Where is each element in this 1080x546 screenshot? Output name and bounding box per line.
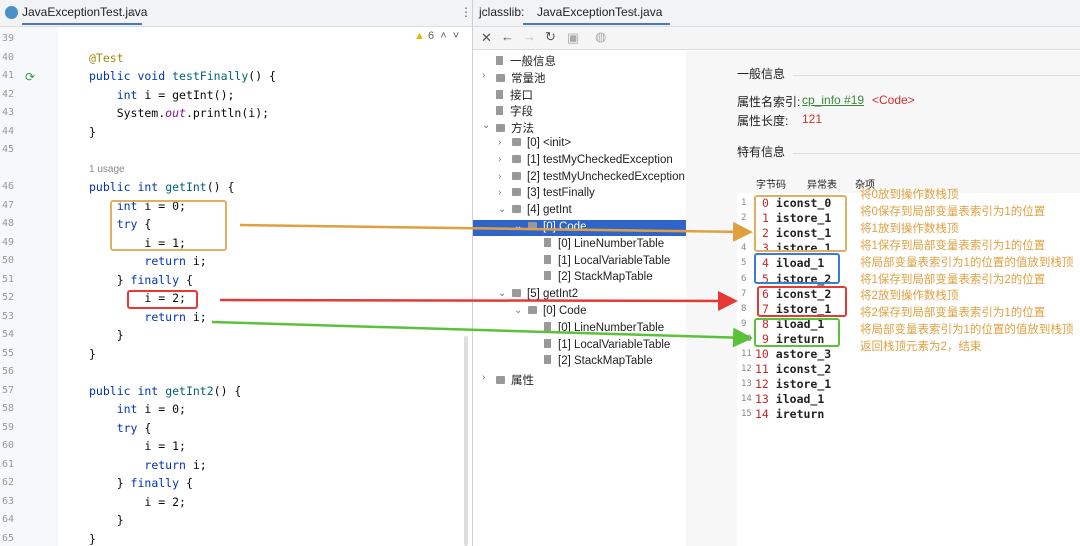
annotation-arrows bbox=[211, 221, 753, 348]
arrow-green bbox=[211, 320, 753, 348]
arrow-red bbox=[219, 290, 738, 311]
arrow-orange bbox=[239, 221, 753, 242]
